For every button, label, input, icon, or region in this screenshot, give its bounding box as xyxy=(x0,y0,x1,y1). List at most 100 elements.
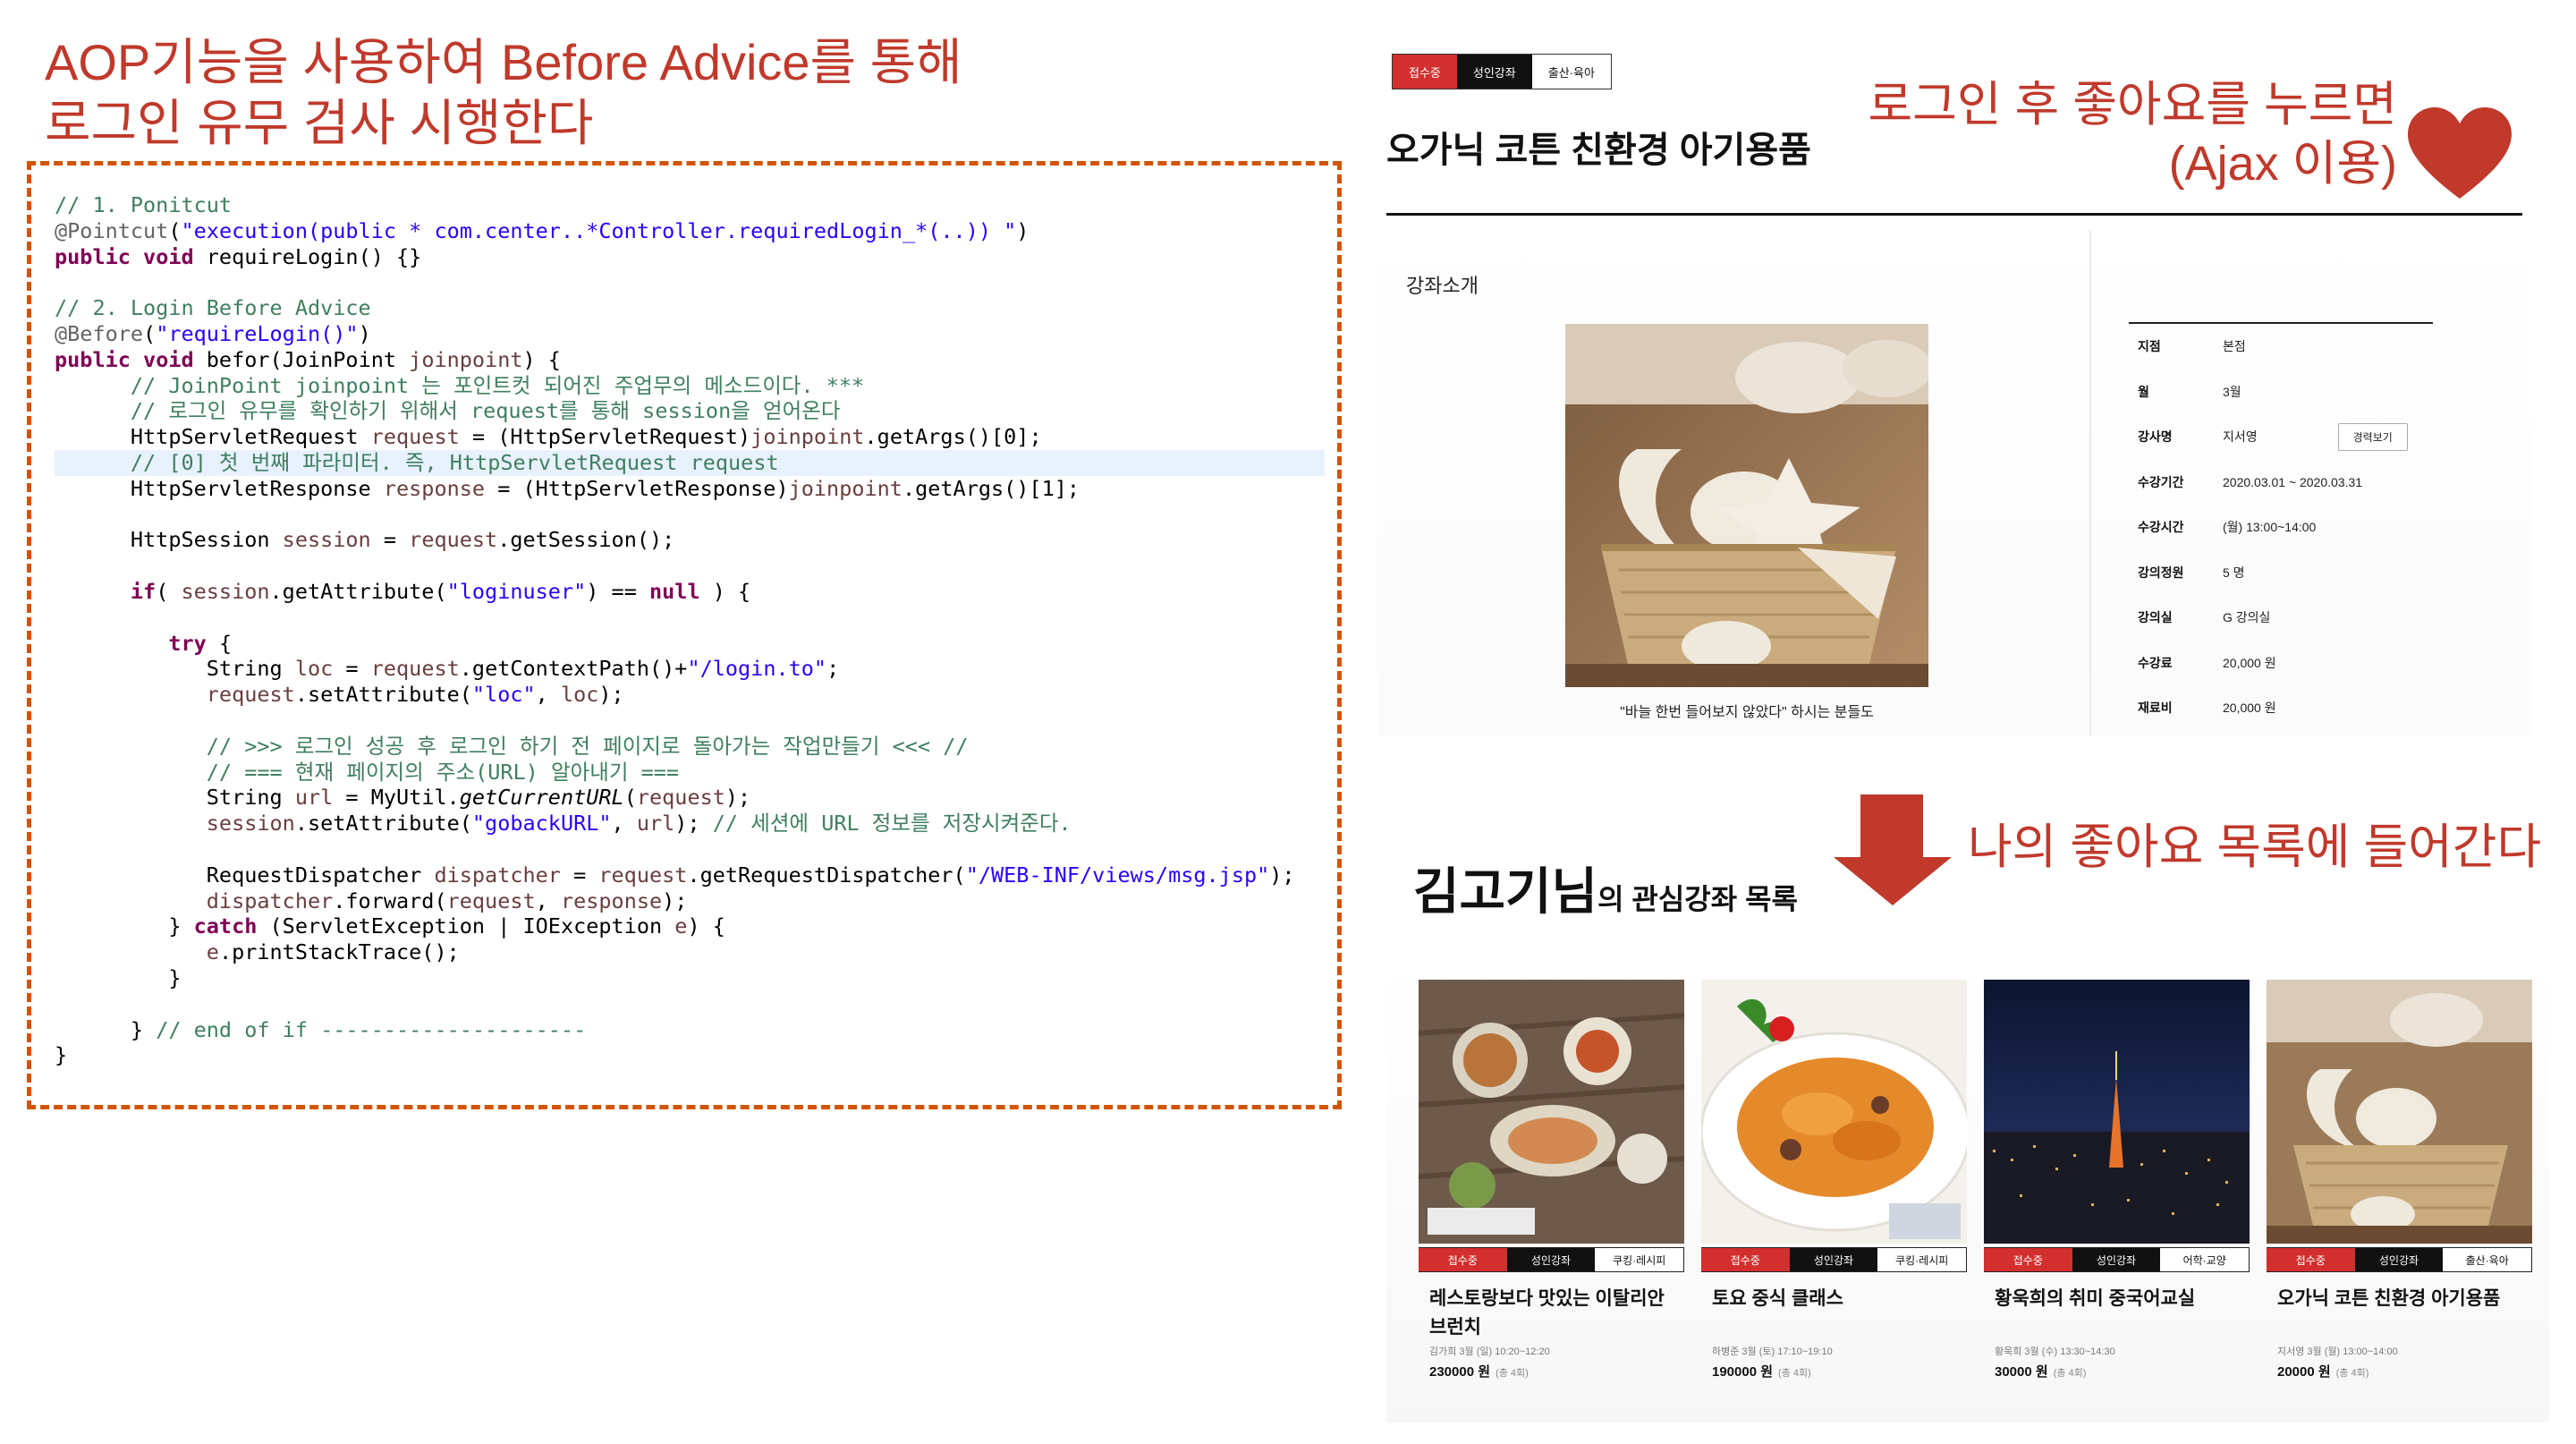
product-image xyxy=(1565,324,1928,687)
product-tag-row: 접수중 성인강좌 출산·육아 xyxy=(1392,54,1612,89)
course-info-table: 지점 본점 월 3월 강사명 지서영 경력보기 수강기간 2020.03.01 ~ 2020.0… xyxy=(2129,322,2433,731)
favorite-card-2[interactable]: 접수중 성인강좌 쿠킹·레시피 토요 중식 클래스 하병준 3월 (토) 17:… xyxy=(1699,980,1971,1380)
card-price: 20000 원 (총 4회) xyxy=(2267,1362,2532,1380)
career-button[interactable]: 경력보기 xyxy=(2337,422,2408,451)
like-note-line2: (Ajax 이용) xyxy=(2168,137,2397,191)
info-value: 20,000 원 xyxy=(2223,701,2276,716)
card-title[interactable]: 황욱희의 취미 중국어교실 xyxy=(1984,1285,2250,1342)
card-price-value: 20000 원 xyxy=(2277,1364,2331,1380)
favorite-card-4[interactable]: 접수중 성인강좌 출산·육아 오가닉 코튼 친환경 아기용품 지서영 3월 (월… xyxy=(2267,980,2532,1380)
favorite-card-3[interactable]: 접수중 성인강좌 어학·교양 황욱희의 취미 중국어교실 황욱희 3월 (수) … xyxy=(1984,980,2250,1380)
code-line: HttpServletRequest request = (HttpServle… xyxy=(55,424,1042,450)
info-key: 재료비 xyxy=(2138,701,2173,716)
code-line: RequestDispatcher dispatcher = request.g… xyxy=(55,862,1295,888)
info-value: 2020.03.01 ~ 2020.03.31 xyxy=(2223,474,2363,489)
card-meta: 황욱희 3월 (수) 13:30~14:30 xyxy=(1995,1346,2115,1357)
code-line: request.setAttribute("loc", loc); xyxy=(206,682,624,708)
info-key: 수강료 xyxy=(2138,655,2173,670)
info-row: 강사명 지서영 경력보기 xyxy=(2129,414,2433,460)
code-line: // JoinPoint joinpoint 는 포인트컷 되어진 주업무의 메… xyxy=(130,372,865,398)
card-price-value: 30000 원 xyxy=(1995,1364,2048,1380)
card-subcategory-tag: 출산·육아 xyxy=(2443,1248,2532,1271)
favorite-card-1[interactable]: 접수중 성인강좌 쿠킹·레시피 레스토랑보다 맛있는 이탈리안 브런치 김가희 … xyxy=(1418,980,1685,1380)
favorites-user-name: 김고기님 xyxy=(1413,863,1598,920)
info-key: 수강시간 xyxy=(2138,520,2184,535)
code-line: // 로그인 유무를 확인하기 위해서 request를 통해 session을… xyxy=(130,398,841,424)
code-line: } // end of if --------------------- xyxy=(55,1016,587,1042)
card-session-count: (총 4회) xyxy=(2053,1368,2087,1379)
code-line: } catch (ServletException | IOException … xyxy=(55,913,725,939)
code-line: String url = MyUtil.getCurrentURL(reques… xyxy=(55,785,751,811)
code-line: @Pointcut("execution(public * com.center… xyxy=(55,217,1030,243)
card-session-count: (총 4회) xyxy=(1496,1368,1529,1379)
card-price: 230000 원 (총 4회) xyxy=(1419,1362,1684,1380)
card-title[interactable]: 레스토랑보다 맛있는 이탈리안 브런치 xyxy=(1419,1285,1684,1342)
slide-title: AOP기능을 사용하여 Before Advice를 통해 로그인 유무 검사 … xyxy=(45,32,1297,154)
card-image-brunch xyxy=(1418,980,1685,1244)
info-value: 5 명 xyxy=(2223,565,2245,580)
card-price: 190000 원 (총 4회) xyxy=(1701,1362,1967,1380)
favorites-title: 김고기님의 관심강좌 목록 xyxy=(1413,852,1798,924)
card-title[interactable]: 토요 중식 클래스 xyxy=(1701,1285,1967,1342)
info-key: 강의실 xyxy=(2138,610,2173,625)
like-note-line1: 로그인 후 좋아요를 누르면 xyxy=(1868,78,2398,132)
card-status-tag: 접수중 xyxy=(1984,1248,2072,1271)
code-line: // 1. Ponitcut xyxy=(55,192,233,217)
code-line: @Before("requireLogin()") xyxy=(55,320,371,346)
code-line: if( session.getAttribute("loginuser") ==… xyxy=(130,578,751,604)
card-price-value: 190000 원 xyxy=(1712,1364,1774,1380)
image-caption: "바늘 한번 들어보지 않았다" 하시는 분들도 xyxy=(1620,705,1874,720)
heart-icon[interactable] xyxy=(2406,106,2513,204)
info-key: 강의정원 xyxy=(2138,565,2184,580)
card-status-tag: 접수중 xyxy=(1701,1248,1790,1271)
code-line: // 2. Login Before Advice xyxy=(55,295,371,321)
info-value: 지서영 xyxy=(2223,429,2258,445)
category-tag: 성인강좌 xyxy=(1456,55,1532,89)
card-category-tag: 성인강좌 xyxy=(1789,1248,1878,1271)
down-arrow-icon xyxy=(1860,794,1923,859)
info-row: 월 3월 xyxy=(2129,369,2433,415)
code-line: // [0] 첫 번째 파라미터. 즉, HttpServletRequest … xyxy=(55,449,1325,476)
card-subcategory-tag: 어학·교양 xyxy=(2160,1248,2250,1271)
card-image-baby-items xyxy=(2267,980,2532,1244)
info-key: 강사명 xyxy=(2138,429,2173,445)
info-value: (월) 13:00~14:00 xyxy=(2223,520,2317,535)
info-key: 지점 xyxy=(2138,339,2161,354)
card-category-tag: 성인강좌 xyxy=(1506,1248,1596,1271)
info-row: 강의정원 5 명 xyxy=(2129,550,2433,596)
info-value: 3월 xyxy=(2223,384,2241,399)
card-status-tag: 접수중 xyxy=(2267,1248,2355,1271)
info-value: G 강의실 xyxy=(2223,610,2271,625)
code-line: HttpServletResponse response = (HttpServ… xyxy=(55,475,1080,501)
info-key: 수강기간 xyxy=(2138,474,2184,489)
header-divider xyxy=(1386,213,2522,216)
card-title[interactable]: 오가닉 코튼 친환경 아기용품 xyxy=(2267,1285,2532,1342)
favorites-title-suffix: 의 관심강좌 목록 xyxy=(1597,883,1798,915)
card-meta: 김가희 3월 (일) 10:20~12:20 xyxy=(1429,1346,1550,1357)
code-line: e.printStackTrace(); xyxy=(206,939,460,965)
info-row: 수강시간 (월) 13:00~14:00 xyxy=(2129,505,2433,550)
code-snippet-box: // 1. Ponitcut @Pointcut("execution(publi… xyxy=(27,161,1342,1109)
card-status-tag: 접수중 xyxy=(1419,1248,1507,1271)
code-line: String loc = request.getContextPath()+"/… xyxy=(55,656,840,682)
card-session-count: (총 4회) xyxy=(1778,1368,1811,1379)
code-line: public void requireLogin() {} xyxy=(55,243,422,269)
card-subcategory-tag: 쿠킹·레시피 xyxy=(1877,1248,1967,1271)
code-line: } xyxy=(55,1042,68,1068)
card-category-tag: 성인강좌 xyxy=(2072,1248,2161,1271)
card-meta: 하병준 3월 (토) 17:10~19:10 xyxy=(1712,1346,1833,1357)
down-arrow-head xyxy=(1834,857,1952,905)
card-price: 30000 원 (총 4회) xyxy=(1984,1362,2250,1380)
info-row: 재료비 20,000 원 xyxy=(2129,685,2433,731)
code-line: // === 현재 페이지의 주소(URL) 알아내기 === xyxy=(206,759,680,785)
info-row: 수강기간 2020.03.01 ~ 2020.03.31 xyxy=(2129,460,2433,505)
card-price-value: 230000 원 xyxy=(1429,1364,1491,1380)
panel-separator xyxy=(2089,231,2091,736)
favorites-note: 나의 좋아요 목록에 들어간다 xyxy=(1968,820,2542,874)
slide-title-line2: 로그인 유무 검사 시행한다 xyxy=(45,95,594,151)
